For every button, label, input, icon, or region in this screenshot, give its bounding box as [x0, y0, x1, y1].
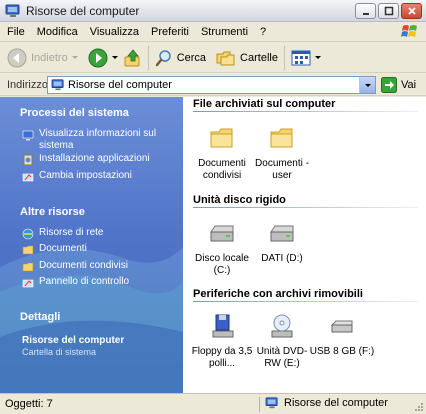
add-remove-programs-link[interactable]: Installazione applicazioni [22, 153, 169, 166]
views-icon [291, 50, 311, 65]
menu-strumenti[interactable]: Strumenti [195, 26, 254, 38]
search-button[interactable]: Cerca [152, 45, 209, 71]
address-bar: Indirizzo Risorse del computer Vai [0, 74, 426, 96]
minimize-button[interactable] [355, 3, 376, 19]
documents-link[interactable]: Documenti [22, 243, 169, 256]
details-title[interactable]: Dettagli [20, 311, 60, 323]
control-panel-link[interactable]: Pannello di controllo [22, 276, 169, 289]
window-title: Risorse del computer [26, 3, 140, 18]
item-user-documents[interactable]: Documenti - user [249, 123, 315, 182]
address-dropdown-button[interactable] [359, 77, 375, 93]
address-label: Indirizzo [7, 78, 48, 91]
my-computer-icon [51, 79, 64, 91]
system-info-icon [22, 129, 34, 141]
status-object-count: Oggetti: 7 [5, 398, 53, 410]
search-label: Cerca [176, 51, 207, 64]
view-system-info-link[interactable]: Visualizza informazioni sul sistema [22, 128, 169, 152]
status-bar: Oggetti: 7 Risorse del computer [0, 393, 426, 414]
folders-button[interactable]: Cartelle [213, 45, 281, 71]
usb-drive-icon [326, 311, 358, 343]
details-subtitle: Cartella di sistema [22, 347, 97, 357]
maximize-button[interactable] [378, 3, 399, 19]
maximize-icon [384, 6, 393, 16]
content-area: File archiviati sul computer Documenti c… [183, 97, 426, 393]
item-floppy-drive[interactable]: Floppy da 3,5 polli... [189, 311, 255, 370]
views-button[interactable] [288, 45, 324, 71]
group-title-removable-storage: Periferiche con archivi rimovibili [193, 288, 363, 300]
folder-icon [266, 123, 298, 155]
menu-visualizza[interactable]: Visualizza [84, 26, 145, 38]
network-places-link[interactable]: Risorse di rete [22, 227, 169, 240]
my-computer-icon [5, 4, 21, 18]
menu-modifica[interactable]: Modifica [31, 26, 84, 38]
toolbar-separator [283, 45, 285, 70]
folders-label: Cartelle [240, 51, 278, 64]
toolbar: Indietro Cerca Cartelle [0, 43, 426, 73]
other-places-title[interactable]: Altre risorse [20, 206, 85, 218]
group-title-stored-files: File archiviati sul computer [193, 98, 336, 110]
task-pane: Processi del sistema Visualizza informaz… [0, 97, 183, 393]
network-places-icon [22, 228, 34, 240]
forward-button[interactable] [85, 45, 121, 71]
menu-preferiti[interactable]: Preferiti [145, 26, 195, 38]
address-input[interactable]: Risorse del computer [47, 76, 376, 94]
minimize-icon [362, 13, 369, 15]
group-divider [193, 301, 418, 302]
chevron-down-icon [364, 83, 371, 87]
go-button[interactable]: Vai [381, 77, 416, 93]
menu-file[interactable]: File [0, 26, 31, 38]
menu-help[interactable]: ? [254, 26, 272, 38]
system-tasks-title[interactable]: Processi del sistema [20, 107, 129, 119]
up-folder-button[interactable] [121, 45, 145, 71]
title-bar[interactable]: Risorse del computer [0, 0, 426, 22]
back-button[interactable]: Indietro [4, 45, 81, 71]
go-label: Vai [401, 79, 417, 91]
hard-drive-icon [266, 218, 298, 250]
back-label: Indietro [31, 51, 68, 64]
item-usb-drive[interactable]: USB 8 GB (F:) [309, 311, 375, 358]
documents-folder-icon [22, 244, 34, 256]
go-arrow-icon [381, 77, 397, 93]
group-divider [193, 111, 418, 112]
close-icon [407, 7, 416, 15]
menu-bar: File Modifica Visualizza Preferiti Strum… [0, 22, 426, 42]
floppy-drive-icon [206, 311, 238, 343]
details-name: Risorse del computer [22, 335, 125, 346]
change-settings-link[interactable]: Cambia impostazioni [22, 170, 169, 183]
group-divider [193, 207, 418, 208]
my-computer-icon [265, 397, 278, 409]
folder-icon [206, 123, 238, 155]
toolbar-separator [147, 45, 149, 70]
item-dati-d[interactable]: DATI (D:) [249, 218, 315, 265]
add-remove-programs-icon [22, 154, 34, 166]
back-arrow-icon [7, 48, 27, 67]
item-shared-documents[interactable]: Documenti condivisi [189, 123, 255, 182]
views-dropdown-icon[interactable] [314, 56, 321, 59]
windows-logo-icon [401, 25, 417, 37]
item-dvd-drive[interactable]: Unità DVD-RW (E:) [249, 311, 315, 370]
control-panel-icon [22, 277, 34, 289]
hard-drive-icon [206, 218, 238, 250]
search-icon [155, 49, 171, 66]
dvd-drive-icon [266, 311, 298, 343]
item-local-disk-c[interactable]: Disco locale (C:) [189, 218, 255, 277]
group-title-hard-drives: Unità disco rigido [193, 194, 286, 206]
forward-arrow-icon [88, 48, 108, 67]
shared-documents-link[interactable]: Documenti condivisi [22, 260, 169, 273]
status-location: Risorse del computer [265, 397, 388, 409]
address-value: Risorse del computer [68, 79, 172, 91]
shared-documents-folder-icon [22, 261, 34, 273]
status-separator [259, 397, 260, 412]
close-button[interactable] [401, 3, 422, 19]
control-panel-icon [22, 171, 34, 183]
resize-grip-icon[interactable] [414, 402, 424, 412]
up-folder-icon [124, 48, 140, 66]
back-dropdown-icon[interactable] [71, 56, 78, 59]
forward-dropdown-icon[interactable] [111, 56, 118, 59]
folders-icon [216, 51, 235, 65]
